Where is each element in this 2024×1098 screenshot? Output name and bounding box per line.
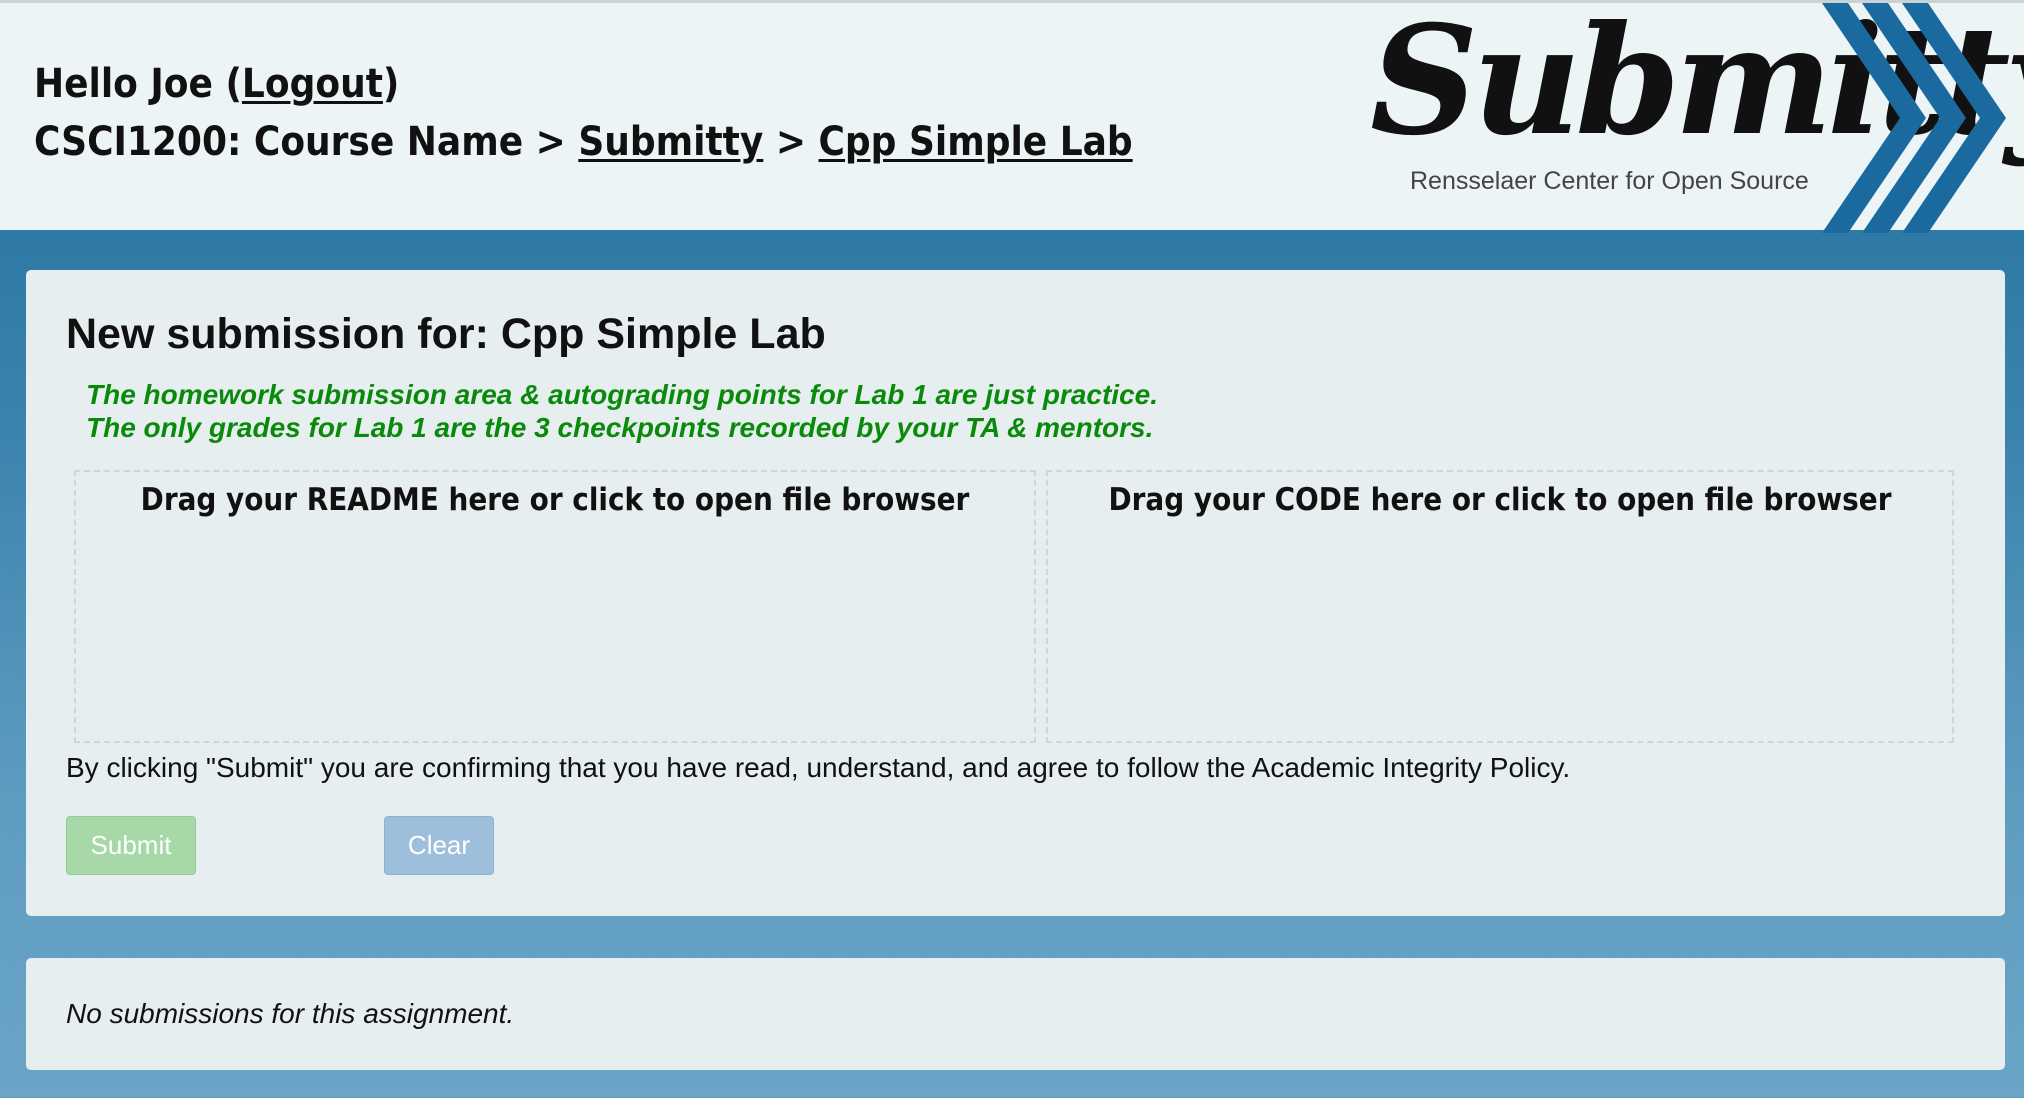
new-submission-panel: New submission for: Cpp Simple Lab The h…: [26, 270, 2005, 916]
readme-dropzone-label: Drag your README here or click to open f…: [140, 482, 970, 518]
no-submissions-message: No submissions for this assignment.: [66, 998, 515, 1029]
greeting-suffix: ): [382, 61, 400, 107]
submission-history-panel: No submissions for this assignment.: [26, 958, 2005, 1070]
breadcrumb-separator: >: [763, 119, 819, 165]
breadcrumb: CSCI1200: Course Name > Submitty > Cpp S…: [34, 113, 1133, 171]
chevrons-logo-icon: [1822, 3, 2006, 233]
notice-line: The homework submission area & autogradi…: [86, 379, 1158, 410]
clear-button[interactable]: Clear: [384, 816, 494, 875]
page-header: Hello Joe (Logout) CSCI1200: Course Name…: [0, 0, 2024, 233]
breadcrumb-lab-link[interactable]: Cpp Simple Lab: [819, 119, 1133, 165]
logo-subtitle: Rensselaer Center for Open Source: [1410, 167, 1809, 195]
submitty-logo[interactable]: Submitty Rensselaer Center for Open Sour…: [1360, 0, 2024, 233]
practice-notice: The homework submission area & autogradi…: [86, 378, 1158, 444]
breadcrumb-submitty-link[interactable]: Submitty: [578, 119, 763, 165]
submit-button[interactable]: Submit: [66, 816, 196, 875]
user-greeting: Hello Joe (Logout): [34, 55, 399, 113]
code-dropzone[interactable]: Drag your CODE here or click to open fil…: [1046, 470, 1954, 743]
academic-integrity-statement: By clicking "Submit" you are confirming …: [66, 752, 1571, 783]
code-dropzone-label: Drag your CODE here or click to open fil…: [1108, 482, 1892, 518]
logout-link[interactable]: Logout: [242, 61, 383, 107]
greeting-prefix: Hello Joe (: [34, 61, 242, 107]
page-title: New submission for: Cpp Simple Lab: [66, 310, 826, 358]
notice-line: The only grades for Lab 1 are the 3 chec…: [86, 412, 1154, 443]
breadcrumb-separator: >: [523, 119, 579, 165]
breadcrumb-course: CSCI1200: Course Name: [34, 119, 524, 165]
readme-dropzone[interactable]: Drag your README here or click to open f…: [74, 470, 1036, 743]
